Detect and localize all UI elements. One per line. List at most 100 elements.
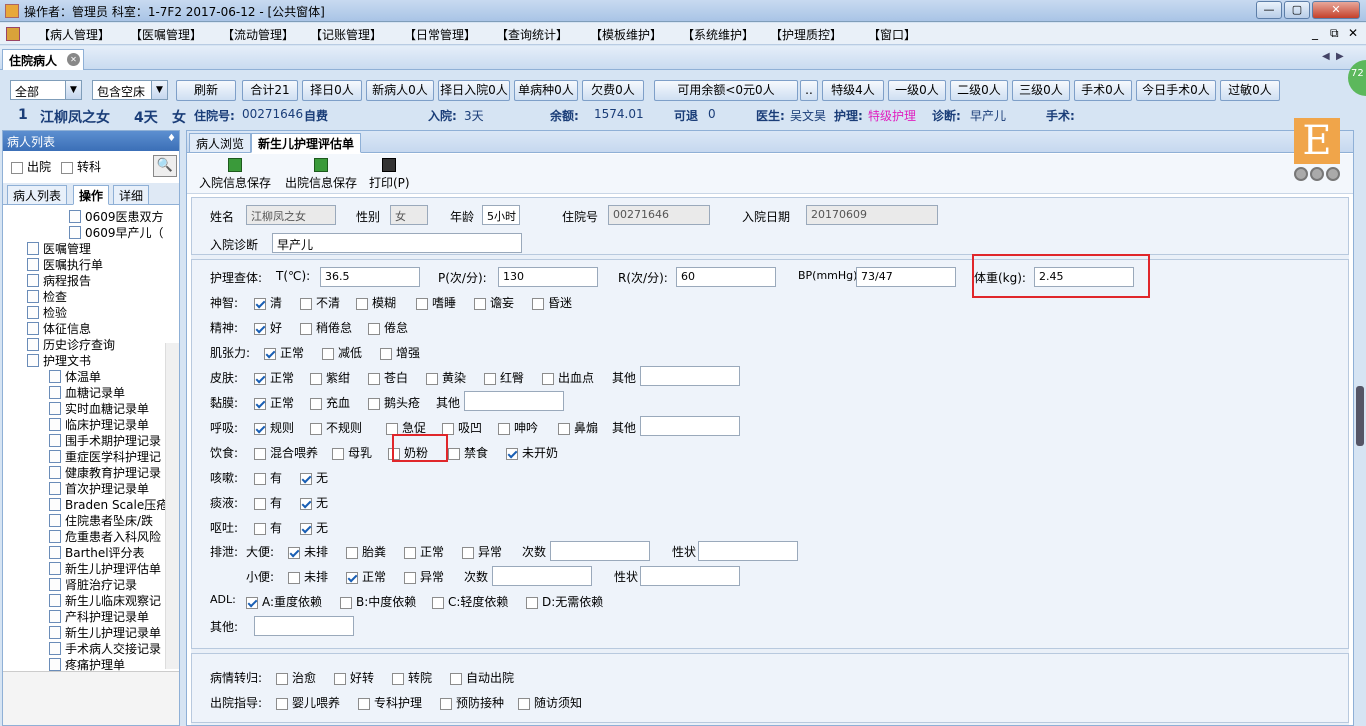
checkbox-box[interactable]	[254, 422, 266, 435]
outcome-option[interactable]: 好转	[334, 669, 374, 686]
guide-option[interactable]: 婴儿喂养	[276, 694, 340, 711]
tree-item[interactable]: 体征信息	[27, 321, 91, 337]
menu-item-2[interactable]: 【流动管理】	[222, 26, 294, 43]
pin-icon[interactable]: ♦	[167, 133, 176, 144]
tree-item[interactable]: 危重患者入科风险	[49, 529, 161, 545]
row4-option[interactable]: 充血	[310, 394, 350, 411]
checkbox-box[interactable]	[462, 546, 474, 559]
stool-option[interactable]: 正常	[404, 543, 444, 560]
menu-item-9[interactable]: 【窗口】	[868, 26, 916, 43]
checkbox-box[interactable]	[254, 472, 266, 485]
tree-item[interactable]: 病程报告	[27, 273, 91, 289]
checkbox-box[interactable]	[288, 571, 300, 584]
bed-select[interactable]: 包含空床 ▼	[92, 80, 168, 100]
filter-button-13[interactable]: 今日手术0人	[1136, 80, 1216, 101]
tree-item[interactable]: 检验	[27, 305, 67, 321]
checkbox-box[interactable]	[340, 596, 352, 609]
tree-item[interactable]: 新生儿护理记录单	[49, 625, 161, 641]
other-input[interactable]	[464, 391, 564, 411]
checkbox-box[interactable]	[498, 422, 510, 435]
row7-option[interactable]: 有	[254, 469, 282, 486]
tab-newborn-assessment[interactable]: 新生儿护理评估单	[251, 133, 362, 153]
row3-option[interactable]: 黄染	[426, 369, 466, 386]
tree-item[interactable]: 围手术期护理记录	[49, 433, 161, 449]
row7-option[interactable]: 无	[300, 469, 328, 486]
row4-option[interactable]: 正常	[254, 394, 294, 411]
row1-option[interactable]: 好	[254, 319, 282, 336]
tree-item[interactable]: 新生儿临床观察记	[49, 593, 161, 609]
age-field[interactable]: 5小时	[482, 205, 520, 225]
outcome-option[interactable]: 转院	[392, 669, 432, 686]
checkbox-box[interactable]	[254, 522, 266, 535]
tree-item[interactable]: 首次护理记录单	[49, 481, 149, 497]
checkbox-box[interactable]	[310, 397, 322, 410]
row5-option[interactable]: 吸凹	[442, 419, 482, 436]
admit-diagnosis-field[interactable]: 早产儿	[272, 233, 522, 253]
menu-item-7[interactable]: 【系统维护】	[682, 26, 754, 43]
discharged-checkbox[interactable]: 出院	[11, 158, 51, 175]
tab-inpatients[interactable]: 住院病人 ✕	[2, 49, 84, 70]
filter-button-7[interactable]: ..	[800, 80, 818, 101]
stool-option[interactable]: 异常	[462, 543, 502, 560]
tree-item[interactable]: 重症医学科护理记	[49, 449, 161, 465]
filter-button-10[interactable]: 二级0人	[950, 80, 1008, 101]
checkbox-box[interactable]	[526, 596, 538, 609]
checkbox-box[interactable]	[254, 297, 266, 310]
checkbox-box[interactable]	[288, 546, 300, 559]
row3-option[interactable]: 苍白	[368, 369, 408, 386]
row2-option[interactable]: 正常	[264, 344, 304, 361]
checkbox-box[interactable]	[368, 397, 380, 410]
filter-button-5[interactable]: 欠费0人	[582, 80, 644, 101]
outcome-option[interactable]: 自动出院	[450, 669, 514, 686]
menu-item-8[interactable]: 【护理质控】	[770, 26, 842, 43]
print-button[interactable]: 打印(P)	[369, 158, 410, 191]
checkbox-box[interactable]	[558, 422, 570, 435]
filter-button-2[interactable]: 新病人0人	[366, 80, 434, 101]
checkbox-box[interactable]	[346, 571, 358, 584]
filter-button-11[interactable]: 三级0人	[1012, 80, 1070, 101]
row1-option[interactable]: 倦怠	[368, 319, 408, 336]
tab-patient-browse[interactable]: 病人浏览	[189, 133, 252, 153]
urine-times-field[interactable]	[492, 566, 592, 586]
row6-option[interactable]: 母乳	[332, 444, 372, 461]
row3-option[interactable]: 紫绀	[310, 369, 350, 386]
checkbox-box[interactable]	[386, 422, 398, 435]
filter-button-9[interactable]: 一级0人	[888, 80, 946, 101]
refresh-button[interactable]: 刷新	[176, 80, 236, 101]
checkbox-box[interactable]	[300, 472, 312, 485]
urine-option[interactable]: 异常	[404, 568, 444, 585]
tree-item[interactable]: 0609早产儿（	[69, 225, 164, 241]
scroll-left-icon[interactable]: ◀	[1322, 51, 1330, 62]
row5-option[interactable]: 鼻煽	[558, 419, 598, 436]
checkbox-box[interactable]	[380, 347, 392, 360]
other-field[interactable]	[254, 616, 354, 636]
tree-item[interactable]: Braden Scale压疮	[49, 497, 165, 513]
search-button[interactable]: 🔍	[153, 155, 177, 177]
other-input[interactable]	[640, 416, 740, 436]
checkbox-box[interactable]	[368, 372, 380, 385]
tree-item[interactable]: 肾脏治疗记录	[49, 577, 137, 593]
menu-item-0[interactable]: 【病人管理】	[38, 26, 110, 43]
checkbox-box[interactable]	[276, 697, 288, 710]
row5-option[interactable]: 呻吟	[498, 419, 538, 436]
chevron-down-icon[interactable]: ▼	[151, 81, 167, 99]
save-discharge-button[interactable]: 出院信息保存	[285, 158, 357, 191]
close-button[interactable]: ✕	[1312, 1, 1360, 19]
menu-item-4[interactable]: 【日常管理】	[404, 26, 476, 43]
checkbox-box[interactable]	[276, 672, 288, 685]
row2-option[interactable]: 增强	[380, 344, 420, 361]
checkbox-box[interactable]	[310, 372, 322, 385]
temperature-field[interactable]: 36.5	[320, 267, 420, 287]
checkbox-box[interactable]	[356, 297, 368, 310]
checkbox-box[interactable]	[448, 447, 460, 460]
row6-option[interactable]: 禁食	[448, 444, 488, 461]
tree-item[interactable]: 新生儿护理评估单	[49, 561, 161, 577]
menu-item-1[interactable]: 【医嘱管理】	[130, 26, 202, 43]
guide-option[interactable]: 预防接种	[440, 694, 504, 711]
row0-option[interactable]: 嗜睡	[416, 294, 456, 311]
menu-item-5[interactable]: 【查询统计】	[496, 26, 568, 43]
minimize-button[interactable]: —	[1256, 1, 1282, 19]
checkbox-box[interactable]	[11, 161, 23, 174]
sex-field[interactable]: 女	[390, 205, 428, 225]
checkbox-box[interactable]	[450, 672, 462, 685]
